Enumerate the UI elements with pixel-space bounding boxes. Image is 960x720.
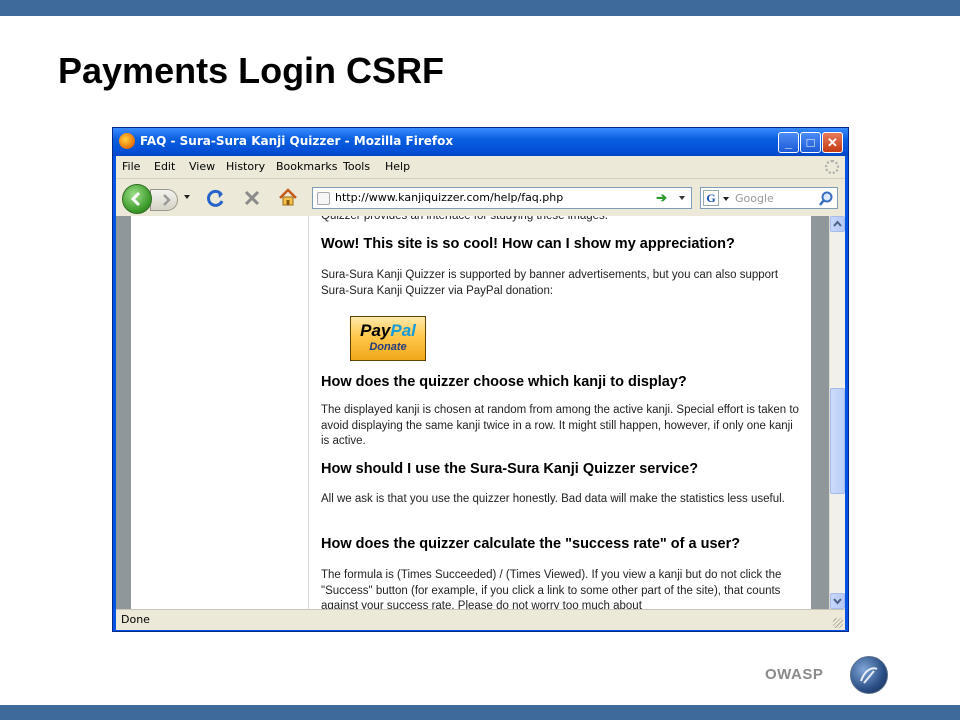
- bottom-band: [0, 705, 960, 720]
- page-left-margin: [116, 216, 131, 609]
- paypal-donate-button[interactable]: PayPal Donate: [350, 316, 426, 361]
- search-icon[interactable]: [818, 191, 834, 207]
- owasp-logo-mark: [860, 667, 878, 684]
- paypal-logo-pal: Pal: [390, 321, 416, 340]
- google-engine-icon[interactable]: G: [703, 190, 719, 206]
- url-dropdown-icon[interactable]: [679, 196, 685, 200]
- window-title: FAQ - Sura-Sura Kanji Quizzer - Mozilla …: [140, 134, 454, 148]
- menu-file[interactable]: File: [122, 160, 140, 173]
- forward-button[interactable]: [150, 189, 178, 211]
- page-sidebar: [131, 216, 309, 609]
- minimize-button[interactable]: _: [778, 132, 799, 153]
- page-content: Quizzer provides an interface for studyi…: [309, 216, 811, 609]
- owasp-logo: [850, 656, 888, 694]
- menu-bookmarks[interactable]: Bookmarks: [276, 160, 337, 173]
- menu-tools[interactable]: Tools: [343, 160, 370, 173]
- faq-heading: Wow! This site is so cool! How can I sho…: [321, 236, 735, 252]
- back-button[interactable]: [122, 184, 152, 214]
- menu-view[interactable]: View: [189, 160, 215, 173]
- faq-heading: How should I use the Sura-Sura Kanji Qui…: [321, 461, 699, 477]
- search-bar[interactable]: G Google: [700, 187, 838, 209]
- paypal-logo: PayPal: [351, 321, 425, 341]
- throbber-icon: [825, 160, 839, 174]
- scroll-up-button[interactable]: [830, 216, 845, 232]
- faq-answer: Sura-Sura Kanji Quizzer is supported by …: [321, 269, 779, 297]
- close-button[interactable]: ✕: [822, 132, 843, 153]
- chevron-down-icon: [833, 598, 842, 605]
- faq-answer: All we ask is that you use the quizzer h…: [321, 493, 785, 505]
- faq-heading: How does the quizzer calculate the "succ…: [321, 536, 741, 552]
- faq-answer: The displayed kanji is chosen at random …: [321, 404, 799, 447]
- reload-icon[interactable]: [205, 187, 227, 209]
- page-viewport: Quizzer provides an interface for studyi…: [116, 216, 845, 609]
- scroll-down-button[interactable]: [830, 593, 845, 609]
- menu-history[interactable]: History: [226, 160, 265, 173]
- page-right-margin: [811, 216, 829, 609]
- menu-help[interactable]: Help: [385, 160, 410, 173]
- status-text: Done: [121, 613, 150, 626]
- navigation-toolbar: http://www.kanjiquizzer.com/help/faq.php…: [116, 178, 845, 217]
- chevron-up-icon: [833, 220, 842, 227]
- menu-edit[interactable]: Edit: [154, 160, 175, 173]
- back-arrow-icon: [130, 191, 141, 207]
- search-input[interactable]: Google: [735, 192, 774, 205]
- browser-chrome: File Edit View History Bookmarks Tools H…: [116, 156, 845, 630]
- search-engine-dropdown-icon[interactable]: [723, 197, 729, 201]
- faq-heading: How does the quizzer choose which kanji …: [321, 374, 687, 390]
- faq-answer: The formula is (Times Succeeded) / (Time…: [321, 569, 782, 609]
- donate-label: Donate: [369, 341, 407, 353]
- history-dropdown-icon[interactable]: [184, 195, 190, 199]
- home-icon[interactable]: [277, 187, 299, 209]
- resize-grip-icon[interactable]: [833, 618, 843, 628]
- menu-bar: File Edit View History Bookmarks Tools H…: [116, 156, 845, 178]
- paypal-logo-pay: Pay: [360, 321, 391, 340]
- go-arrow-icon[interactable]: ➔: [656, 190, 667, 206]
- stop-icon[interactable]: [241, 187, 263, 209]
- firefox-icon: [119, 133, 135, 149]
- vertical-scrollbar[interactable]: [829, 216, 845, 609]
- footer-brand: OWASP: [765, 666, 824, 683]
- forward-arrow-icon: [163, 194, 171, 206]
- status-bar: Done: [116, 609, 845, 630]
- window-titlebar[interactable]: FAQ - Sura-Sura Kanji Quizzer - Mozilla …: [113, 128, 848, 156]
- maximize-button[interactable]: □: [800, 132, 821, 153]
- page-favicon-icon: [317, 192, 330, 205]
- top-band: [0, 0, 960, 16]
- paragraph-partial: Quizzer provides an interface for studyi…: [321, 216, 609, 222]
- slide-title: Payments Login CSRF: [58, 50, 445, 91]
- scroll-thumb[interactable]: [830, 388, 845, 494]
- address-bar[interactable]: http://www.kanjiquizzer.com/help/faq.php…: [312, 187, 692, 209]
- browser-window: FAQ - Sura-Sura Kanji Quizzer - Mozilla …: [112, 127, 849, 632]
- url-text[interactable]: http://www.kanjiquizzer.com/help/faq.php: [335, 191, 563, 204]
